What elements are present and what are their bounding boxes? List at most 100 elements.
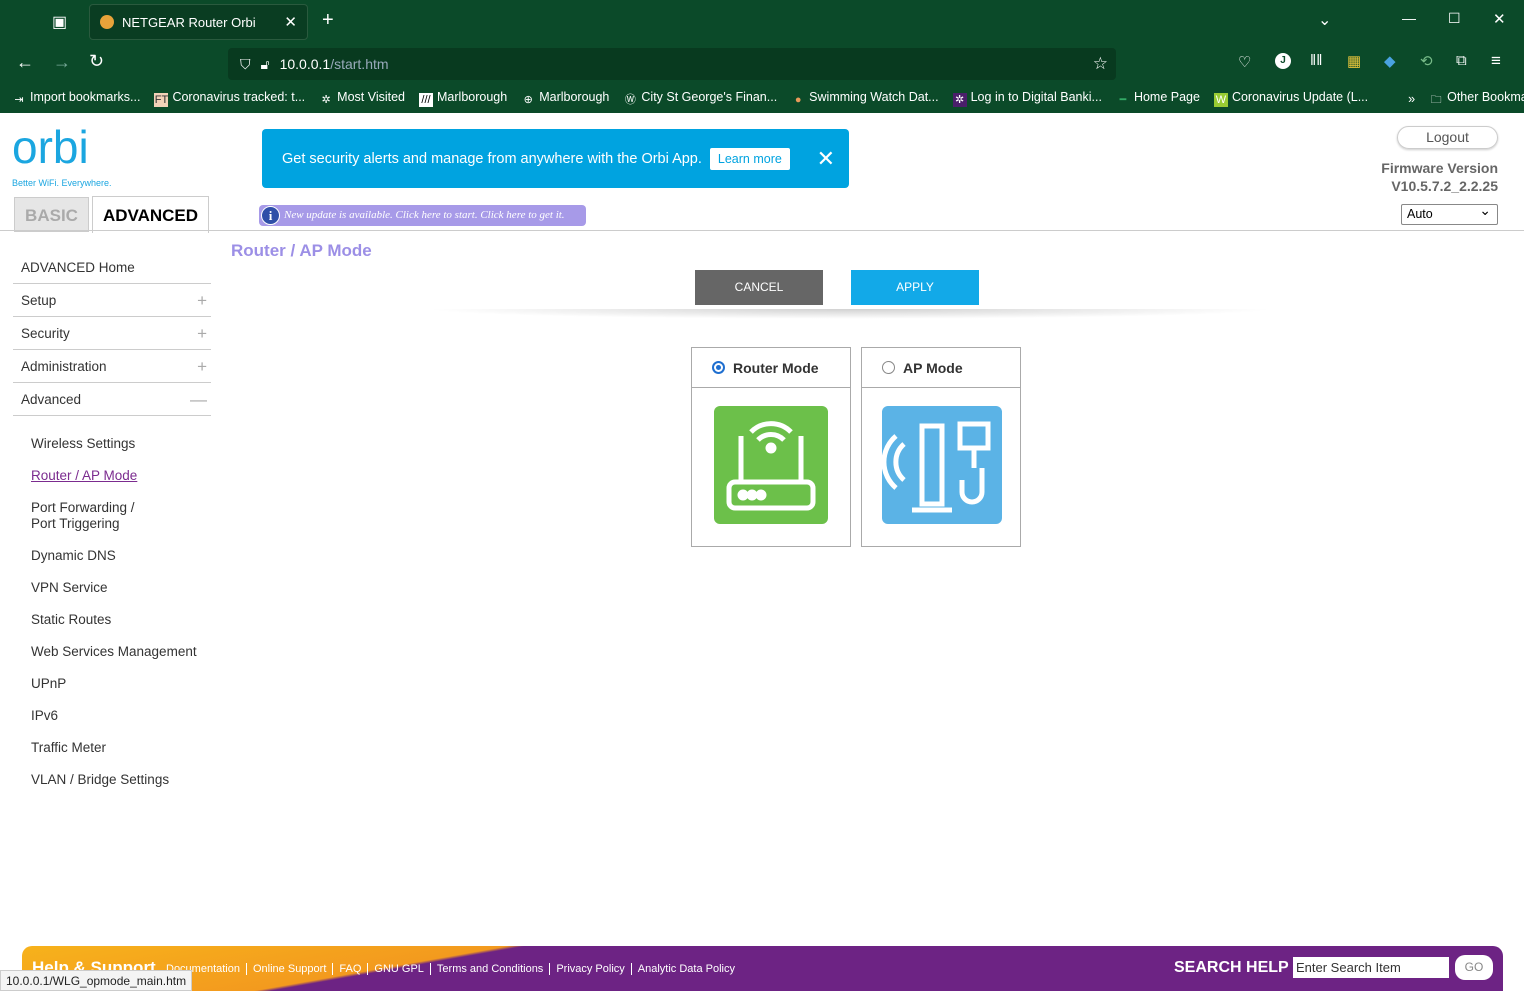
sidebar-item-setup[interactable]: Setup + (13, 284, 211, 317)
gear-icon: ✲ (321, 94, 331, 106)
router-icon (714, 406, 828, 524)
bookmark-item[interactable]: ━ Home Page (1116, 90, 1200, 107)
divider-shadow (424, 309, 1276, 319)
sidebar-link-dynamic-dns[interactable]: Dynamic DNS (13, 548, 211, 564)
bookmark-item[interactable]: ✲ Most Visited (319, 90, 405, 107)
url-host: 10.0.0.1 (279, 56, 331, 72)
search-help-input[interactable]: Enter Search Item (1293, 957, 1449, 978)
bookmark-item[interactable]: ///Marlborough (419, 90, 507, 107)
expand-icon: + (197, 357, 207, 376)
footer-link[interactable]: Privacy Policy (549, 963, 630, 975)
sidebar-item-security[interactable]: Security + (13, 317, 211, 350)
netgear-favicon-icon (100, 15, 114, 29)
collapse-icon: — (190, 390, 207, 409)
sidebar-link-vlan-bridge[interactable]: VLAN / Bridge Settings (13, 772, 211, 788)
footer-link[interactable]: Online Support (246, 963, 332, 975)
sidebar-link-traffic-meter[interactable]: Traffic Meter (13, 740, 211, 756)
footer-link[interactable]: Analytic Data Policy (630, 963, 741, 975)
learn-more-button[interactable]: Learn more (709, 147, 790, 170)
router-page: orbi Better WiFi. Everywhere. Get securi… (0, 113, 1524, 991)
tagline: Better WiFi. Everywhere. (12, 178, 112, 188)
divider (0, 230, 1524, 231)
sidebar-link-router-ap-mode[interactable]: Router / AP Mode (13, 468, 211, 484)
import-icon: ⇥ (14, 94, 24, 106)
bookmark-item[interactable]: FT Coronavirus tracked: t... (154, 90, 305, 107)
back-icon[interactable]: ← (16, 52, 34, 73)
home-page-icon: ━ (1119, 94, 1127, 106)
sidebar-item-advanced[interactable]: Advanced — (13, 383, 211, 416)
w-icon: W (1213, 93, 1228, 107)
footer-link[interactable]: GNU GPL (367, 963, 430, 975)
maximize-icon[interactable]: ☐ (1448, 10, 1461, 27)
sidebar-item-administration[interactable]: Administration + (13, 350, 211, 383)
reload-icon[interactable]: ↻ (89, 51, 104, 72)
chevron-down-icon[interactable]: ⌄ (1318, 10, 1331, 30)
access-point-icon (881, 406, 1002, 524)
logout-button[interactable]: Logout (1397, 126, 1498, 149)
tab-basic[interactable]: BASIC (14, 197, 89, 232)
library-icon[interactable]: ‖‖ (1310, 52, 1322, 69)
pocket-icon[interactable]: ♡ (1238, 53, 1251, 71)
ap-mode-option[interactable]: AP Mode (861, 347, 1021, 547)
router-mode-option[interactable]: Router Mode (691, 347, 851, 547)
ap-mode-radio[interactable] (882, 361, 895, 374)
sidebar-link-port-forwarding[interactable]: Port Forwarding / Port Triggering (13, 500, 163, 532)
router-mode-radio[interactable] (712, 361, 725, 374)
ft-icon: FT (154, 93, 169, 107)
tab-advanced[interactable]: ADVANCED (92, 196, 209, 233)
browser-chrome: ▣ NETGEAR Router Orbi ✕ + ⌄ — ☐ ✕ ← → ↻ … (0, 0, 1524, 113)
bookmark-item[interactable]: W Coronavirus Update (L... (1213, 90, 1368, 107)
bookmark-item[interactable]: Ⓦ City St George's Finan... (623, 90, 777, 107)
account-icon[interactable]: J (1275, 53, 1291, 69)
sidebar-link-web-services[interactable]: Web Services Management (13, 644, 211, 660)
bookmark-item[interactable]: ● Swimming Watch Dat... (791, 90, 939, 107)
close-banner-icon[interactable]: ✕ (817, 146, 835, 172)
firmware-version: Firmware Version V10.5.7.2_2.2.25 (1381, 160, 1498, 194)
sidebar-link-static-routes[interactable]: Static Routes (13, 612, 211, 628)
language-select[interactable]: Auto (1401, 201, 1498, 225)
pin-icon: ● (794, 94, 802, 106)
tab-list-icon[interactable]: ▣ (52, 12, 67, 32)
footer-links: Documentation Online Support FAQ GNU GPL… (160, 963, 741, 975)
extension-badge-icon[interactable]: ◆ (1384, 52, 1396, 70)
bookmark-item[interactable]: ⇥ Import bookmarks... (12, 90, 140, 107)
minimize-icon[interactable]: — (1402, 10, 1416, 26)
page-title: Router / AP Mode (231, 241, 372, 260)
sidebar-item-advanced-home[interactable]: ADVANCED Home (13, 251, 211, 284)
extensions-puzzle-icon[interactable]: ⧉ (1456, 52, 1467, 69)
go-button[interactable]: GO (1455, 955, 1493, 980)
footer-link[interactable]: Terms and Conditions (429, 963, 549, 975)
address-bar[interactable]: ⛉ 🔓︎ 10.0.0.1/start.htm ☆ (228, 48, 1116, 80)
site-icon: /// (419, 93, 434, 107)
close-window-icon[interactable]: ✕ (1493, 10, 1506, 28)
sidebar-link-ipv6[interactable]: IPv6 (13, 708, 211, 724)
close-tab-icon[interactable]: ✕ (284, 13, 297, 31)
sidebar: ADVANCED Home Setup + Security + Administr… (13, 251, 211, 804)
wordpress-icon: Ⓦ (624, 94, 636, 106)
globe-icon: ⊕ (523, 94, 533, 106)
bookmark-item[interactable]: ✲ Log in to Digital Banki... (952, 90, 1102, 107)
menu-icon[interactable]: ≡ (1491, 51, 1501, 71)
other-bookmarks[interactable]: 🗀︎Other Bookmarks (1429, 90, 1524, 107)
footer-link[interactable]: FAQ (332, 963, 367, 975)
apply-button[interactable]: APPLY (851, 270, 979, 305)
extension-icon-2[interactable]: ⟲ (1420, 52, 1433, 70)
status-url-tooltip: 10.0.0.1/WLG_opmode_main.htm (0, 970, 193, 991)
cancel-button[interactable]: CANCEL (695, 270, 823, 305)
update-notice[interactable]: i New update is available. Click here to … (259, 205, 586, 226)
sidebar-link-upnp[interactable]: UPnP (13, 676, 211, 692)
sidebar-link-vpn-service[interactable]: VPN Service (13, 580, 211, 596)
bookmark-item[interactable]: ⊕ Marlborough (521, 90, 610, 107)
orbi-logo: orbi Better WiFi. Everywhere. (12, 121, 112, 188)
insecure-lock-icon: 🔓︎ (260, 55, 270, 72)
sidebar-link-wireless-settings[interactable]: Wireless Settings (13, 436, 211, 452)
browser-tab[interactable]: NETGEAR Router Orbi ✕ (89, 4, 308, 40)
new-tab-icon[interactable]: + (322, 9, 334, 32)
info-icon: i (261, 206, 280, 225)
forward-icon[interactable]: → (53, 52, 71, 73)
extension-icon[interactable]: ▦ (1347, 52, 1361, 70)
bank-icon: ✲ (952, 93, 967, 107)
folder-icon: 🗀︎ (1430, 94, 1442, 106)
bookmark-star-icon[interactable]: ☆ (1093, 54, 1108, 74)
more-bookmarks-icon[interactable]: » (1408, 92, 1415, 106)
